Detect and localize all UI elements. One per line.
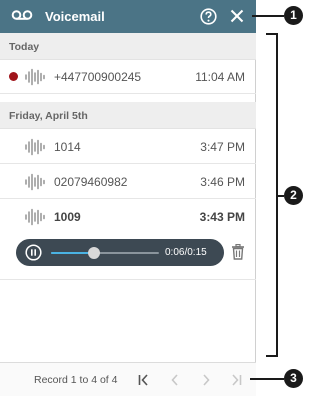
panel-title: Voicemail	[45, 9, 105, 24]
section-label: Today	[9, 41, 40, 53]
section-header-today: Today	[0, 33, 256, 60]
unread-dot-icon	[9, 72, 18, 81]
pagination-footer: Record 1 to 4 of 4	[0, 362, 256, 396]
caller-number: 02079460982	[54, 175, 128, 189]
callout-line	[252, 15, 284, 17]
section-label: Friday, April 5th	[9, 110, 88, 122]
panel-header: Voicemail	[0, 0, 256, 33]
voicemail-time: 3:46 PM	[200, 175, 245, 189]
playback-time: 0:06/0:15	[165, 247, 207, 258]
previous-page-icon[interactable]	[168, 373, 182, 387]
next-page-icon[interactable]	[199, 373, 213, 387]
caller-number: +447700900245	[54, 70, 142, 84]
voicemail-time: 3:43 PM	[199, 210, 245, 224]
waveform-icon	[25, 208, 45, 226]
voicemail-time: 11:04 AM	[195, 70, 245, 84]
waveform-icon	[25, 138, 45, 156]
callout-line	[250, 378, 284, 380]
voicemail-row[interactable]: 02079460982 3:46 PM	[0, 165, 256, 199]
voicemail-panel: Voicemail Today +447700900245 11:04 AM F…	[0, 0, 256, 396]
caller-number: 1009	[54, 210, 81, 224]
caller-number: 1014	[54, 140, 81, 154]
last-page-icon[interactable]	[229, 373, 243, 387]
callout-marker: 3	[284, 369, 303, 388]
voicemail-time: 3:47 PM	[200, 140, 245, 154]
audio-player: 0:06/0:15	[16, 239, 224, 266]
close-icon[interactable]	[229, 8, 245, 24]
callout-marker: 2	[284, 186, 303, 205]
record-count: Record 1 to 4 of 4	[34, 374, 118, 386]
voicemail-row[interactable]: +447700900245 11:04 AM	[0, 60, 256, 94]
progress-slider[interactable]	[51, 247, 159, 259]
first-page-icon[interactable]	[137, 373, 151, 387]
help-icon[interactable]	[200, 8, 217, 25]
trash-icon[interactable]	[231, 244, 245, 260]
waveform-icon	[25, 68, 45, 86]
callout-marker: 1	[284, 6, 303, 25]
voicemail-icon	[11, 10, 33, 20]
pause-icon[interactable]	[25, 244, 42, 261]
section-header-friday: Friday, April 5th	[0, 102, 256, 129]
waveform-icon	[25, 173, 45, 191]
slider-handle[interactable]	[88, 247, 101, 259]
voicemail-row[interactable]: 1014 3:47 PM	[0, 130, 256, 164]
list-divider	[0, 279, 256, 280]
callout-bracket	[266, 33, 278, 357]
voicemail-row-selected[interactable]: 1009 3:43 PM	[0, 200, 256, 234]
